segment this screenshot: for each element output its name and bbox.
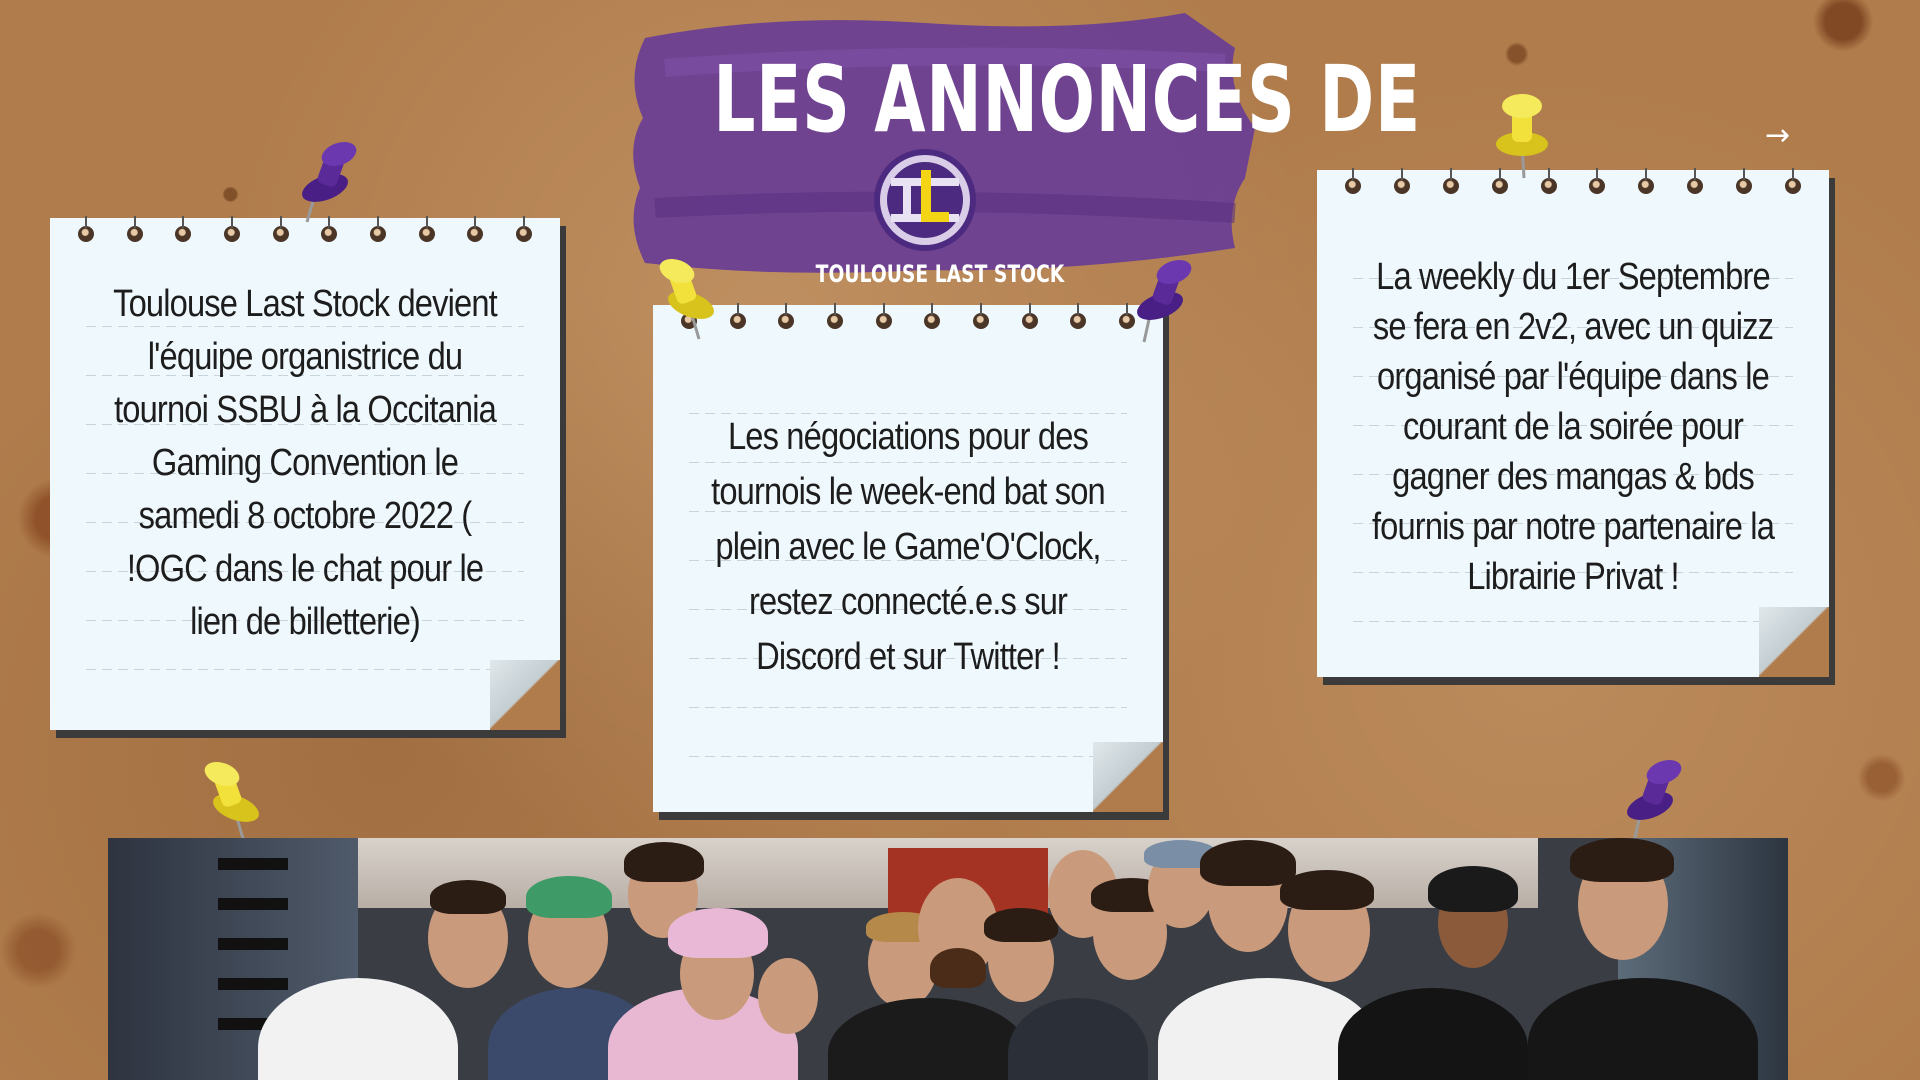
- page-curl: [490, 660, 560, 730]
- announcement-note-1: Toulouse Last Stock devient l'équipe org…: [50, 216, 560, 730]
- yellow-pushpin-icon: [659, 258, 714, 340]
- page-curl: [1093, 742, 1163, 812]
- spiral-rings: [1345, 168, 1801, 196]
- announcement-note-2: Les négociations pour des tournois le we…: [653, 303, 1163, 812]
- purple-pushpin-icon: [1627, 759, 1682, 843]
- note-text: La weekly du 1er Septembre se fera en 2v…: [1371, 256, 1775, 598]
- purple-pushpin-icon: [302, 141, 357, 223]
- yellow-pushpin-icon: [1496, 94, 1548, 179]
- banner-title: LES ANNONCES DE: [713, 46, 1421, 153]
- note-text: Toulouse Last Stock devient l'équipe org…: [113, 283, 498, 643]
- logo-name: TOULOUSE LAST STOCK: [815, 260, 1065, 288]
- purple-pushpin-icon: [1137, 259, 1192, 343]
- group-photo: [108, 838, 1788, 1080]
- tls-logo-icon: [874, 149, 976, 251]
- spiral-rings: [681, 303, 1135, 331]
- announcement-banner: LES ANNONCES DE TOULOUSE LAST STOCK: [625, 8, 1421, 288]
- announcement-note-3: La weekly du 1er Septembre se fera en 2v…: [1317, 168, 1829, 677]
- page-curl: [1759, 607, 1829, 677]
- next-arrow-icon[interactable]: →: [1765, 118, 1790, 153]
- yellow-pushpin-icon: [204, 761, 259, 843]
- note-text: Les négociations pour des tournois le we…: [711, 416, 1106, 678]
